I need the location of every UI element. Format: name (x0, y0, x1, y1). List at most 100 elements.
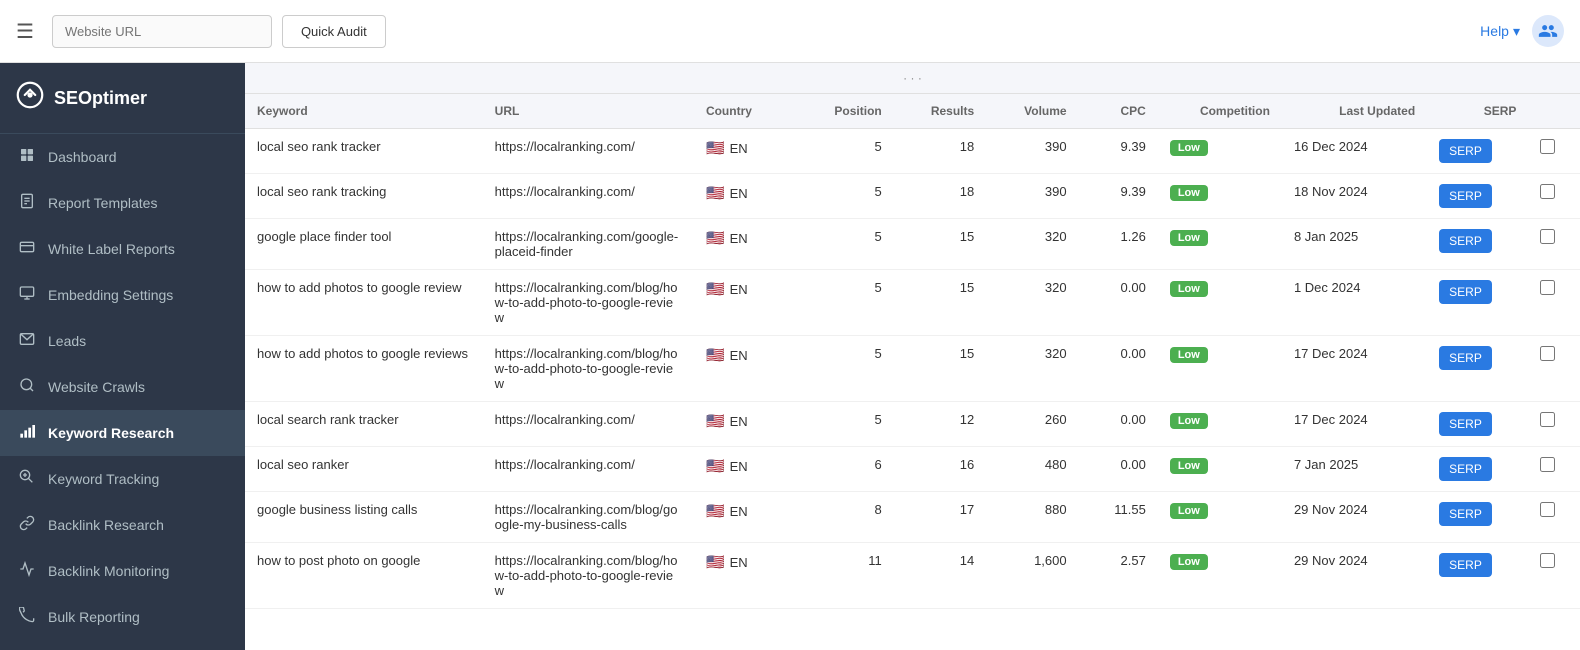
col-header-2[interactable]: Country (694, 94, 800, 129)
lang-label: EN (730, 348, 748, 363)
sidebar-item-embedding-settings[interactable]: Embedding Settings (0, 272, 245, 318)
col-header-1[interactable]: URL (483, 94, 694, 129)
cpc-cell: 0.00 (1079, 270, 1158, 336)
checkbox-cell (1528, 447, 1580, 492)
row-checkbox[interactable] (1540, 139, 1555, 154)
competition-badge: Low (1170, 458, 1208, 474)
website-crawls-icon (18, 377, 36, 397)
keyword-cell: google place finder tool (245, 219, 483, 270)
competition-cell: Low (1158, 174, 1282, 219)
serp-button[interactable]: SERP (1439, 139, 1492, 163)
col-header-10 (1528, 94, 1580, 129)
volume-cell: 390 (986, 174, 1078, 219)
row-checkbox[interactable] (1540, 346, 1555, 361)
serp-button[interactable]: SERP (1439, 412, 1492, 436)
position-cell: 5 (800, 270, 894, 336)
col-header-5[interactable]: Volume (986, 94, 1078, 129)
serp-button[interactable]: SERP (1439, 184, 1492, 208)
embedding-settings-icon (18, 285, 36, 305)
position-cell: 6 (800, 447, 894, 492)
checkbox-cell (1528, 543, 1580, 609)
country-cell: 🇺🇸EN (694, 270, 800, 336)
help-label: Help (1480, 23, 1509, 39)
lang-label: EN (730, 141, 748, 156)
serp-button[interactable]: SERP (1439, 346, 1492, 370)
col-header-8[interactable]: Last Updated (1282, 94, 1427, 129)
help-button[interactable]: Help ▾ (1480, 23, 1520, 40)
sidebar-item-dashboard[interactable]: Dashboard (0, 134, 245, 180)
results-cell: 15 (894, 219, 986, 270)
date-cell: 16 Dec 2024 (1282, 129, 1427, 174)
pagination-hint: · · · (245, 63, 1580, 94)
sidebar-item-white-label-reports[interactable]: White Label Reports (0, 226, 245, 272)
serp-button[interactable]: SERP (1439, 502, 1492, 526)
col-header-7[interactable]: Competition (1158, 94, 1282, 129)
volume-cell: 480 (986, 447, 1078, 492)
row-checkbox[interactable] (1540, 412, 1555, 427)
keyword-research-icon (18, 423, 36, 443)
url-cell: https://localranking.com/blog/how-to-add… (483, 543, 694, 609)
flag-icon: 🇺🇸 (706, 184, 725, 202)
serp-button[interactable]: SERP (1439, 553, 1492, 577)
col-header-3[interactable]: Position (800, 94, 894, 129)
url-cell: https://localranking.com/ (483, 402, 694, 447)
sidebar-item-website-crawls[interactable]: Website Crawls (0, 364, 245, 410)
table-row: google business listing callshttps://loc… (245, 492, 1580, 543)
main-scroll-area[interactable]: KeywordURLCountryPositionResultsVolumeCP… (245, 94, 1580, 650)
sidebar-item-leads[interactable]: Leads (0, 318, 245, 364)
keyword-table: KeywordURLCountryPositionResultsVolumeCP… (245, 94, 1580, 609)
url-input[interactable] (52, 15, 272, 48)
hamburger-icon[interactable]: ☰ (16, 19, 34, 44)
sidebar-item-bulk-reporting[interactable]: Bulk Reporting (0, 594, 245, 640)
sidebar-item-report-templates[interactable]: Report Templates (0, 180, 245, 226)
lang-label: EN (730, 282, 748, 297)
col-header-0[interactable]: Keyword (245, 94, 483, 129)
row-checkbox[interactable] (1540, 280, 1555, 295)
cpc-cell: 1.26 (1079, 219, 1158, 270)
serp-cell: SERP (1427, 129, 1528, 174)
row-checkbox[interactable] (1540, 184, 1555, 199)
checkbox-cell (1528, 174, 1580, 219)
col-header-4[interactable]: Results (894, 94, 986, 129)
topbar: ☰ Quick Audit Help ▾ (0, 0, 1580, 63)
competition-cell: Low (1158, 219, 1282, 270)
backlink-research-icon (18, 515, 36, 535)
country-cell: 🇺🇸EN (694, 174, 800, 219)
flag-icon: 🇺🇸 (706, 502, 725, 520)
lang-label: EN (730, 414, 748, 429)
sidebar-item-backlink-research[interactable]: Backlink Research (0, 502, 245, 548)
table-row: how to add photos to google reviewshttps… (245, 336, 1580, 402)
keyword-cell: local seo rank tracker (245, 129, 483, 174)
serp-button[interactable]: SERP (1439, 229, 1492, 253)
user-avatar-button[interactable] (1532, 15, 1564, 47)
serp-button[interactable]: SERP (1439, 280, 1492, 304)
sidebar-item-keyword-tracking[interactable]: Keyword Tracking (0, 456, 245, 502)
serp-cell: SERP (1427, 270, 1528, 336)
competition-badge: Low (1170, 413, 1208, 429)
date-cell: 7 Jan 2025 (1282, 447, 1427, 492)
col-header-6[interactable]: CPC (1079, 94, 1158, 129)
sidebar-item-label-white-label-reports: White Label Reports (48, 241, 175, 257)
topbar-right: Help ▾ (1480, 15, 1564, 47)
cpc-cell: 0.00 (1079, 402, 1158, 447)
serp-button[interactable]: SERP (1439, 457, 1492, 481)
competition-badge: Low (1170, 281, 1208, 297)
sidebar-item-backlink-monitoring[interactable]: Backlink Monitoring (0, 548, 245, 594)
keyword-cell: how to add photos to google review (245, 270, 483, 336)
volume-cell: 320 (986, 270, 1078, 336)
serp-cell: SERP (1427, 402, 1528, 447)
date-cell: 1 Dec 2024 (1282, 270, 1427, 336)
row-checkbox[interactable] (1540, 457, 1555, 472)
row-checkbox[interactable] (1540, 553, 1555, 568)
user-icon (1538, 21, 1558, 41)
row-checkbox[interactable] (1540, 229, 1555, 244)
competition-cell: Low (1158, 447, 1282, 492)
quick-audit-button[interactable]: Quick Audit (282, 15, 386, 48)
sidebar-item-keyword-research[interactable]: Keyword Research (0, 410, 245, 456)
url-cell: https://localranking.com/google-placeid-… (483, 219, 694, 270)
sidebar-item-label-dashboard: Dashboard (48, 149, 117, 165)
row-checkbox[interactable] (1540, 502, 1555, 517)
volume-cell: 880 (986, 492, 1078, 543)
sidebar-logo: SEOptimer (0, 63, 245, 134)
col-header-9[interactable]: SERP (1427, 94, 1528, 129)
